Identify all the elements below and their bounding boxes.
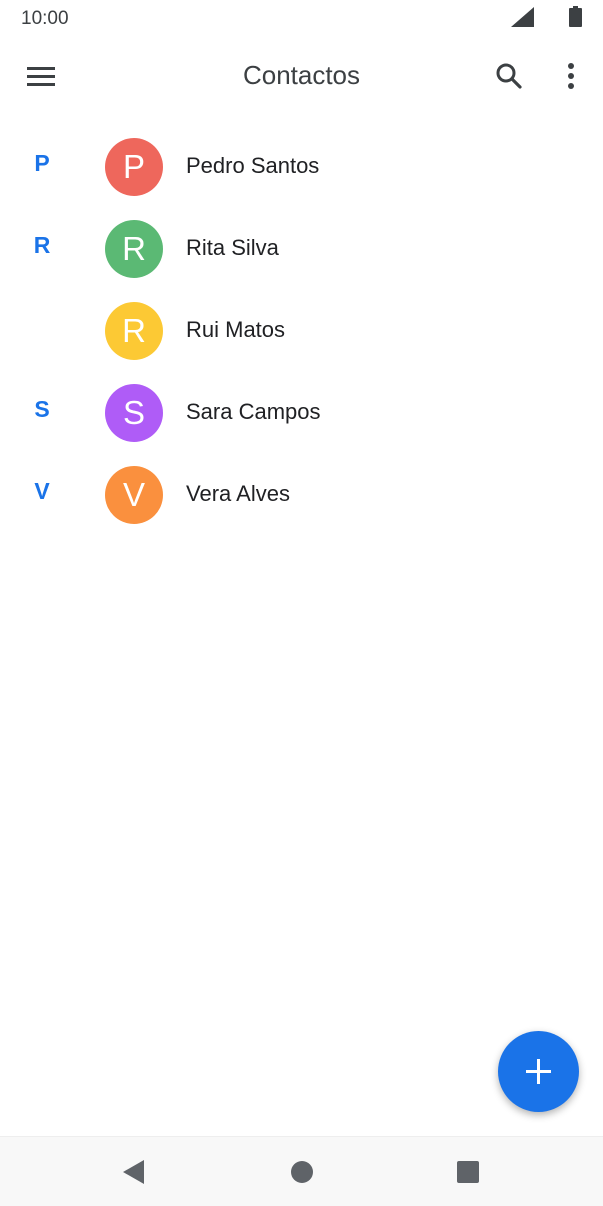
system-nav-bar: [0, 1136, 603, 1206]
contact-name: Pedro Santos: [186, 153, 320, 178]
nav-recents-icon[interactable]: [456, 1160, 480, 1184]
search-icon[interactable]: [488, 56, 528, 96]
nav-back-icon[interactable]: [120, 1158, 146, 1186]
status-bar: 10:00: [0, 0, 603, 38]
add-contact-button[interactable]: [498, 1031, 579, 1112]
section-letter: P: [34, 150, 50, 176]
contact-name: Vera Alves: [186, 481, 290, 506]
section-letter: R: [33, 232, 51, 258]
cell-signal-icon: [511, 7, 534, 27]
section-letter: S: [34, 396, 50, 422]
plus-icon: [526, 1059, 551, 1084]
avatar: S: [105, 384, 163, 442]
avatar: P: [105, 138, 163, 196]
avatar: R: [105, 220, 163, 278]
contact-row[interactable]: V V Vera Alves: [0, 454, 603, 536]
contact-name: Sara Campos: [186, 399, 321, 424]
contact-name: Rui Matos: [186, 317, 286, 342]
contact-row[interactable]: S S Sara Campos: [0, 372, 603, 454]
avatar: V: [105, 466, 163, 524]
avatar: R: [105, 302, 163, 360]
app-bar: Contactos: [0, 38, 603, 116]
contact-row[interactable]: R R Rita Silva: [0, 208, 603, 290]
status-time: 10:00: [21, 8, 69, 29]
section-letter: V: [34, 478, 50, 504]
contact-row[interactable]: P P Pedro Santos: [0, 126, 603, 208]
nav-home-icon[interactable]: [290, 1160, 314, 1184]
contact-row[interactable]: R Rui Matos: [0, 290, 603, 372]
contact-name: Rita Silva: [186, 235, 279, 260]
more-vert-icon[interactable]: [556, 56, 586, 96]
battery-icon: [569, 6, 582, 27]
